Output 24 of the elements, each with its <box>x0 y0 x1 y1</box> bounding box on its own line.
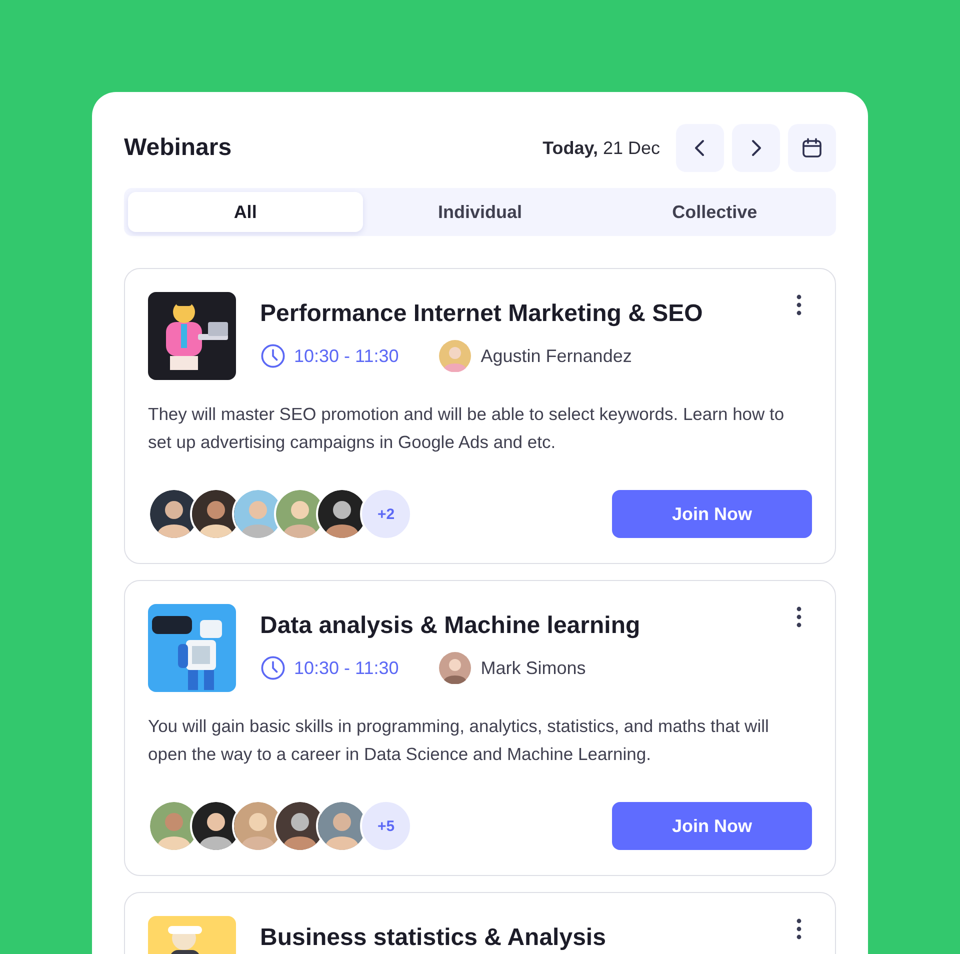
webinar-title: Business statistics & Analysis <box>260 924 607 952</box>
tab[interactable]: Collective <box>597 192 832 232</box>
calendar-icon <box>800 136 824 160</box>
time-range: 10:30 - 11:30 <box>294 658 399 678</box>
webinar-title: Data analysis & Machine learning <box>260 612 642 640</box>
more-attendees-count: +5 <box>360 800 412 852</box>
calendar-button[interactable] <box>788 124 836 172</box>
date-label: Today, 21 Dec <box>542 138 660 158</box>
tab[interactable]: All <box>128 192 363 232</box>
clock-icon <box>260 655 286 681</box>
more-attendees-count: +2 <box>360 488 412 540</box>
host-avatar <box>438 652 471 684</box>
panel-title: Webinars <box>124 134 232 162</box>
webinar-title: Performance Internet Marketing & SEO <box>260 300 704 328</box>
webinar-description: You will gain basic skills in programming, analytics, statistics, and maths that will open the way to a career in Data Science and Machine Learning. <box>148 715 770 766</box>
join-button[interactable]: Join Now <box>612 490 812 538</box>
host-name: Agustin Fernandez <box>480 346 632 366</box>
host-name: Mark Simons <box>480 658 586 678</box>
host-avatar <box>438 340 471 372</box>
tab[interactable]: Individual <box>362 192 598 232</box>
clock-icon <box>260 343 286 369</box>
time-range: 10:30 - 11:30 <box>294 346 399 366</box>
webinar-description: They will master SEO promotion and will be able to select keywords. Learn how to set up advertising campaigns in Google Ads and etc. <box>148 403 786 454</box>
join-button[interactable]: Join Now <box>612 802 812 850</box>
